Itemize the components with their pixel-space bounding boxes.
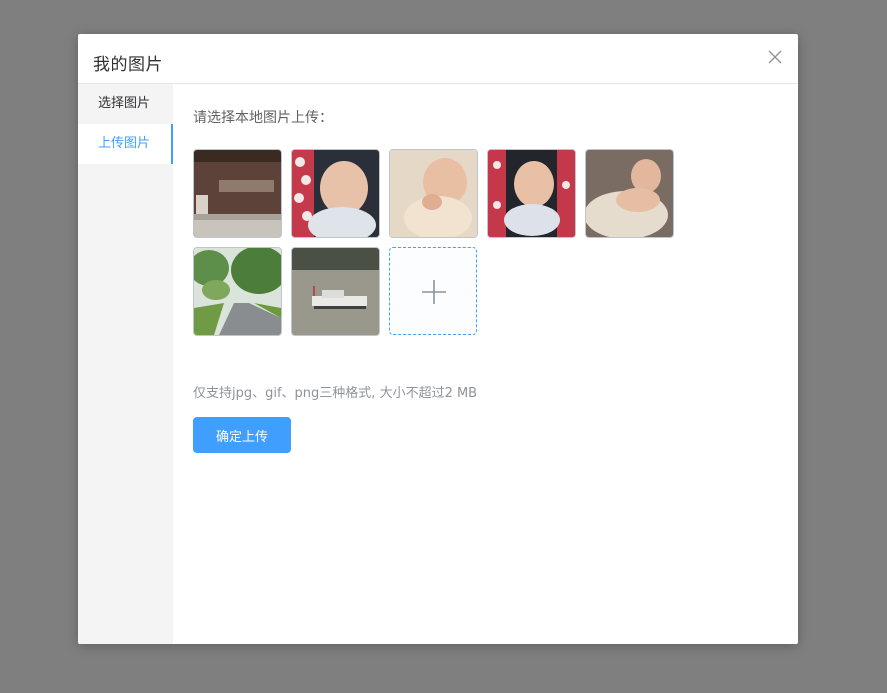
thumbnail-image[interactable] xyxy=(291,247,380,336)
sidebar: 选择图片 上传图片 xyxy=(78,84,173,644)
thumbnail-image[interactable] xyxy=(487,149,576,238)
confirm-upload-button[interactable]: 确定上传 xyxy=(193,417,291,453)
sidebar-item-select-image[interactable]: 选择图片 xyxy=(78,84,173,124)
dialog-header: 我的图片 xyxy=(78,34,798,84)
thumbnail-image[interactable] xyxy=(193,149,282,238)
upload-prompt: 请选择本地图片上传： xyxy=(193,110,333,126)
format-hint: 仅支持jpg、gif、png三种格式, 大小不超过2 MB xyxy=(193,386,478,401)
plus-icon xyxy=(422,280,446,304)
sidebar-item-label: 选择图片 xyxy=(98,96,151,111)
close-icon[interactable] xyxy=(766,48,784,66)
sidebar-item-upload-image[interactable]: 上传图片 xyxy=(78,124,173,164)
sidebar-item-label: 上传图片 xyxy=(98,136,151,151)
image-dialog: 我的图片 选择图片 上传图片 请选择本地图片上传： 仅支持jpg、gif、png… xyxy=(78,34,798,644)
thumbnail-image[interactable] xyxy=(193,247,282,336)
thumbnail-image[interactable] xyxy=(585,149,674,238)
dialog-title: 我的图片 xyxy=(93,55,163,75)
thumbnail-image[interactable] xyxy=(291,149,380,238)
thumbnail-image[interactable] xyxy=(389,149,478,238)
upload-panel: 请选择本地图片上传： 仅支持jpg、gif、png三种格式, 大小不超过2 MB… xyxy=(193,84,798,644)
add-image-button[interactable] xyxy=(389,247,477,335)
thumbnail-grid xyxy=(193,149,713,336)
